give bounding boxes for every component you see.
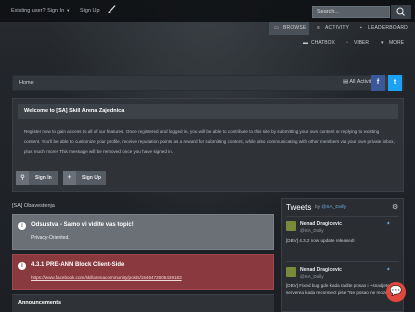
notice-pre-ann[interactable]: i 4.3.1 PRE-ANN Block Client-Side https:…: [12, 254, 274, 290]
tab-leaderboard[interactable]: LEADERBOARD: [368, 25, 408, 31]
search-button[interactable]: [391, 5, 411, 19]
tweet-text: [DBV] Fixed bug gde kada radite posao i …: [286, 283, 397, 295]
sign-up-label: Sign Up: [82, 175, 101, 181]
divider: [286, 216, 399, 217]
notice-title: 4.3.1 PRE-ANN Block Client-Side: [31, 262, 125, 268]
twitter-icon: t: [393, 79, 397, 86]
tab-browse-label: BROWSE: [283, 25, 307, 31]
more-icon: ▾: [381, 40, 384, 46]
top-bar: Existing user? Sign In ▼ Sign Up Search..…: [0, 0, 415, 22]
facebook-icon: f: [376, 79, 380, 86]
primary-nav: ▭ BROWSE ≡ ACTIVITY ▪ LEADERBOARD: [0, 22, 415, 35]
notice-title: Odsustva - Samo vi vidite vas topic!: [31, 222, 134, 228]
tweet-handle: @SA_Dolly: [300, 228, 324, 233]
twitter-bird-icon: ✦: [386, 267, 391, 273]
activity-icon: ≡: [317, 25, 321, 31]
tweet-item[interactable]: Nenad Dragicevic @SA_Dolly ✦ [DBV] 4.3.2…: [286, 221, 399, 255]
breadcrumb: Home ▤ All Activity: [12, 75, 404, 91]
notice-link[interactable]: https://www.facebook.com/skillarenacommu…: [31, 275, 182, 280]
chat-icon: ▬: [303, 40, 308, 46]
tweets-title: Tweets: [286, 203, 312, 212]
notice-subtitle: Privacy-Oriented.: [31, 235, 70, 241]
tweet-author: Nenad Dragicevic: [300, 267, 342, 273]
tab-chatbox[interactable]: CHATBOX: [311, 40, 335, 46]
tweet-item[interactable]: Nenad Dragicevic @SA_Dolly ✦ [DBV] Fixed…: [286, 267, 399, 311]
secondary-nav: ▬ CHATBOX ▫ VIBER ▾ MORE: [0, 38, 415, 48]
info-icon: i: [18, 222, 26, 230]
notice-absences[interactable]: i Odsustva - Samo vi vidite vas topic! P…: [12, 214, 274, 250]
sign-up-link[interactable]: Sign Up: [80, 8, 100, 14]
divider: [286, 261, 399, 262]
trophy-icon: ▪: [360, 25, 362, 31]
search-icon: [396, 7, 405, 16]
welcome-title: Welcome to [SA] Skill Arena Zajednica: [18, 104, 398, 119]
chat-bubble-button[interactable]: 💬: [386, 282, 406, 302]
tweet-handle: @SA_Dolly: [300, 274, 324, 279]
search-input[interactable]: Search...: [312, 6, 390, 18]
sign-up-button[interactable]: + Sign Up: [63, 171, 106, 185]
breadcrumb-home[interactable]: Home: [19, 80, 34, 86]
page: Existing user? Sign In ▼ Sign Up Search..…: [0, 0, 415, 312]
sign-in-label: Sign In: [35, 175, 52, 181]
twitter-button[interactable]: t: [388, 75, 402, 91]
tweets-by: by @SA_Dolly: [315, 205, 347, 210]
sign-in-link[interactable]: Existing user? Sign In ▼: [11, 8, 70, 14]
all-activity-link[interactable]: ▤ All Activity: [343, 79, 374, 85]
announcements-panel: Announcements: [12, 294, 274, 312]
tab-activity[interactable]: ACTIVITY: [325, 25, 349, 31]
phone-icon: ▫: [346, 40, 348, 46]
monitor-icon: ▭: [274, 25, 279, 31]
tab-viber[interactable]: VIBER: [354, 40, 369, 46]
section-title: [SA] Obavestenja: [12, 203, 55, 209]
sign-in-button[interactable]: ⚲ Sign In: [16, 171, 58, 185]
avatar: [286, 221, 296, 231]
welcome-message: Register now to gain access to all of ou…: [24, 129, 395, 154]
tweets-handle-link[interactable]: @SA_Dolly: [321, 205, 346, 210]
announcements-title: Announcements: [18, 300, 62, 306]
avatar: [286, 267, 296, 277]
chevron-down-icon: ▼: [66, 8, 71, 13]
chat-icon: 💬: [389, 286, 403, 297]
plus-icon: +: [63, 171, 76, 185]
tweet-text: [DBV] 4.3.2 now update released!: [286, 238, 355, 243]
info-icon: i: [18, 262, 26, 270]
facebook-button[interactable]: f: [371, 75, 385, 91]
theme-brush-icon[interactable]: [107, 5, 116, 14]
twitter-bird-icon: ✦: [386, 221, 391, 227]
tweet-author: Nenad Dragicevic: [300, 221, 342, 227]
gear-icon[interactable]: ⚙: [392, 203, 398, 211]
key-icon: ⚲: [16, 171, 29, 185]
tab-more[interactable]: MORE: [389, 40, 404, 46]
